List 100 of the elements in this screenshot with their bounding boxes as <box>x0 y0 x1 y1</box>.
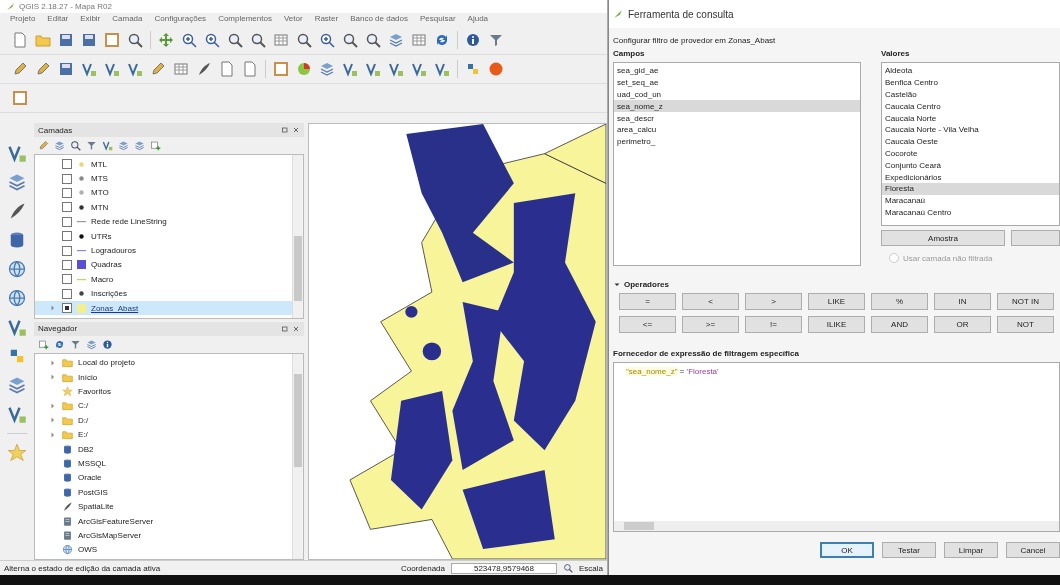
layer-item[interactable]: UTRs <box>35 228 292 244</box>
table-icon[interactable] <box>173 61 189 77</box>
floppy-icon[interactable] <box>58 32 74 48</box>
menu-item[interactable]: Projeto <box>10 14 36 23</box>
operator-button[interactable]: >= <box>682 316 739 333</box>
dialog-button[interactable]: Limpar <box>944 542 998 558</box>
operator-button[interactable]: <= <box>619 316 676 333</box>
vector-icon[interactable] <box>7 404 27 424</box>
vector-icon[interactable] <box>102 140 113 151</box>
operator-button[interactable]: NOT IN <box>997 293 1054 310</box>
browser-item[interactable]: Início <box>35 369 292 385</box>
fields-list[interactable]: sea_gid_ae set_seq_ae uad_cod_un sea_nome_z sea_descr area_calcu perimetro_ <box>613 62 861 266</box>
browser-item[interactable]: ArcGisFeatureServer <box>35 513 292 529</box>
layers-icon[interactable] <box>7 172 27 192</box>
operator-button[interactable]: < <box>682 293 739 310</box>
vector-icon[interactable] <box>411 61 427 77</box>
layer-item[interactable]: Quadras <box>35 257 292 273</box>
layer-checkbox[interactable] <box>62 173 72 184</box>
operator-button[interactable]: > <box>745 293 802 310</box>
info-icon[interactable] <box>465 32 481 48</box>
float-icon[interactable] <box>281 324 289 333</box>
frame-icon[interactable] <box>12 90 28 106</box>
pencil-icon[interactable] <box>12 61 28 77</box>
magnifier-icon[interactable] <box>127 32 143 48</box>
globe-icon[interactable] <box>7 288 27 308</box>
layer-item[interactable]: Inscrições <box>35 286 292 301</box>
document-icon[interactable] <box>242 61 258 77</box>
float-icon[interactable] <box>281 126 289 134</box>
magnifier-icon[interactable] <box>70 140 81 151</box>
layer-checkbox[interactable] <box>62 274 72 285</box>
menu-item[interactable]: Configurações <box>154 14 207 23</box>
vector-icon[interactable] <box>81 61 97 77</box>
close-icon[interactable] <box>292 126 300 134</box>
vector-icon[interactable] <box>7 143 27 163</box>
move-icon[interactable] <box>158 32 174 48</box>
floppy-icon[interactable] <box>81 32 97 48</box>
magnifier-icon[interactable] <box>563 563 573 573</box>
scrollbar[interactable] <box>614 521 1059 531</box>
layer-item[interactable]: MTL <box>35 157 292 172</box>
layer-checkbox[interactable] <box>62 202 72 213</box>
frame-icon[interactable] <box>104 32 120 48</box>
menu-item[interactable]: Complementos <box>218 14 272 23</box>
magnifier-icon[interactable] <box>227 32 243 48</box>
browser-item[interactable]: DB2 <box>35 441 292 457</box>
zoom-in-icon[interactable] <box>181 32 197 48</box>
pie-chart-icon[interactable] <box>296 61 312 77</box>
browser-item[interactable]: ArcGisMapServer <box>35 528 292 543</box>
pencil-icon[interactable] <box>35 61 51 77</box>
coordinate-field[interactable]: 523478,9579468 <box>451 562 557 574</box>
expression-field[interactable]: "sea_nome_z" = 'Floresta' <box>626 367 1047 376</box>
plugin-icon[interactable] <box>465 61 481 77</box>
operator-button[interactable]: ILIKE <box>808 316 865 333</box>
pencil-icon[interactable] <box>150 61 166 77</box>
value-item[interactable]: Caucaia Norte - Vila Velha <box>882 124 1059 136</box>
info-icon[interactable] <box>102 338 113 350</box>
layer-checkbox[interactable] <box>62 187 72 198</box>
circle-icon[interactable] <box>488 61 504 77</box>
menu-item[interactable]: Vetor <box>283 14 303 23</box>
layer-item[interactable]: MTN <box>35 200 292 215</box>
value-item[interactable]: Benfica Centro <box>882 76 1059 89</box>
layers-icon[interactable] <box>118 140 129 151</box>
layer-item[interactable]: Zonas_Abast <box>35 300 292 316</box>
browser-item[interactable]: E:/ <box>35 427 292 442</box>
operator-button[interactable]: % <box>871 293 928 310</box>
menu-item[interactable]: Editar <box>47 14 69 23</box>
magnifier-icon[interactable] <box>296 32 312 48</box>
layer-checkbox[interactable] <box>62 159 72 170</box>
browser-item[interactable]: Oracle <box>35 470 292 486</box>
refresh-icon[interactable] <box>434 32 450 48</box>
layers-icon[interactable] <box>319 61 335 77</box>
layer-checkbox[interactable] <box>62 245 72 256</box>
operator-button[interactable]: LIKE <box>808 293 865 310</box>
menu-item[interactable]: Camada <box>112 14 143 23</box>
zoom-in-icon[interactable] <box>204 32 220 48</box>
layer-item[interactable]: Rede rede LineString <box>35 214 292 229</box>
sample-button[interactable]: Amostra <box>881 230 1005 246</box>
refresh-icon[interactable] <box>54 338 65 350</box>
value-item[interactable]: Conjunto Ceará <box>882 159 1059 172</box>
vector-icon[interactable] <box>365 61 381 77</box>
magnifier-icon[interactable] <box>250 32 266 48</box>
value-item[interactable]: Maracanaú <box>882 194 1059 207</box>
floppy-icon[interactable] <box>58 61 74 77</box>
field-item[interactable]: perimetro_ <box>614 135 860 148</box>
plus-layer-icon[interactable] <box>38 338 49 350</box>
value-item[interactable]: Cocorote <box>882 147 1059 160</box>
pencil-icon[interactable] <box>38 140 49 151</box>
layers-icon[interactable] <box>134 140 145 151</box>
field-item[interactable]: set_seq_ae <box>614 76 860 89</box>
layers-icon[interactable] <box>7 375 27 395</box>
layer-checkbox[interactable] <box>62 303 72 314</box>
layer-item[interactable]: MTS <box>35 171 292 186</box>
value-item[interactable]: Expedicionários <box>882 171 1059 183</box>
operator-button[interactable]: AND <box>871 316 928 333</box>
menu-item[interactable]: Exibir <box>80 14 101 23</box>
field-item[interactable]: sea_gid_ae <box>614 65 860 77</box>
values-list[interactable]: Aldeota Benfica Centro Castelão Caucaia Centro Caucaia Norte Caucaia Norte - Vila Velha Caucaia Oeste Cocorote Conjunto Ceará Expedicionários Floresta Maracanaú Maracanaú Centro <box>881 62 1060 226</box>
menu-item[interactable]: Ajuda <box>467 14 489 23</box>
operator-button[interactable]: OR <box>934 316 991 333</box>
field-item[interactable]: area_calcu <box>614 124 860 136</box>
zoom-in-icon[interactable] <box>319 32 335 48</box>
